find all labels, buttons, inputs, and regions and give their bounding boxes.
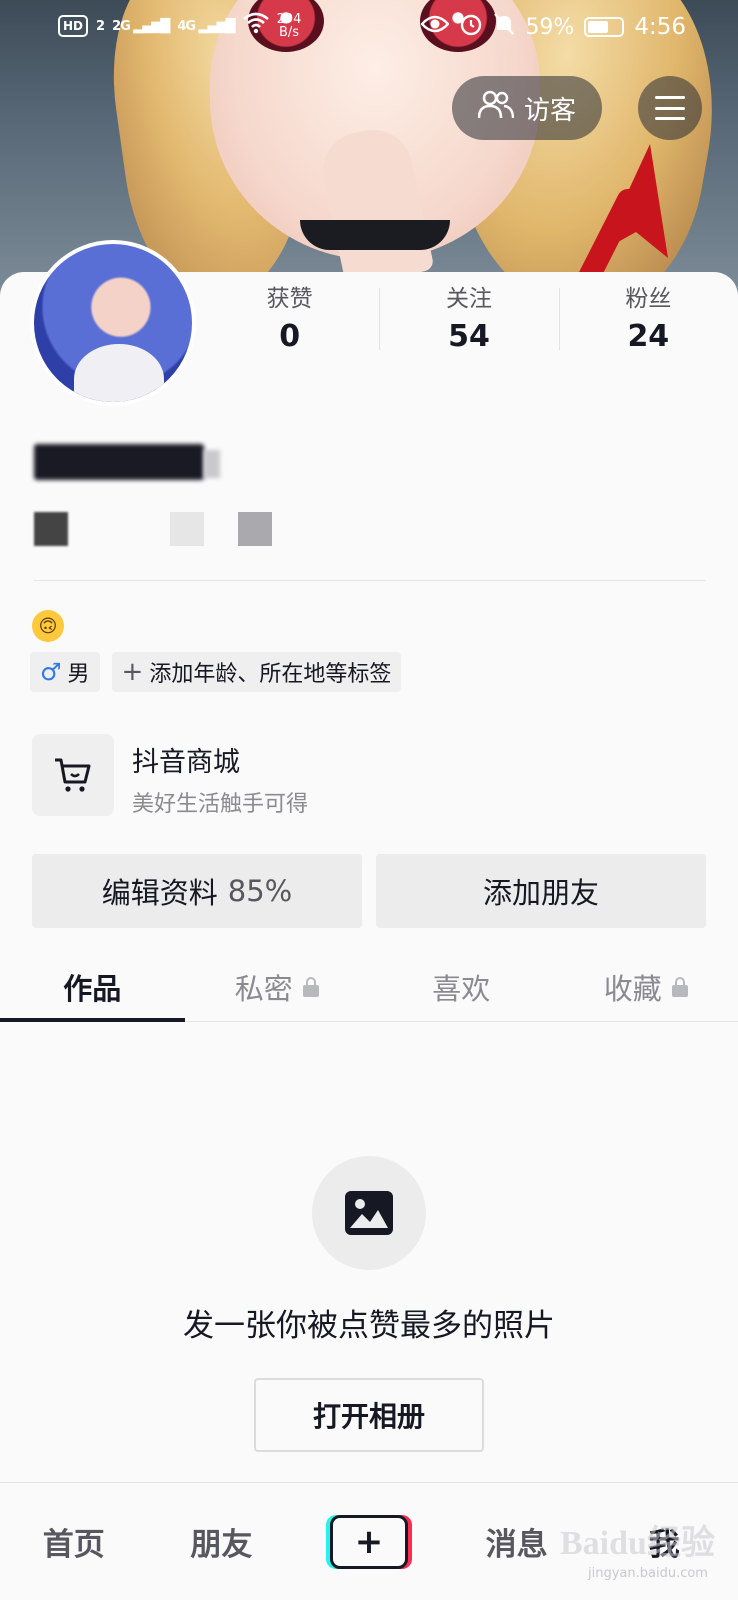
account-id-redacted-1	[34, 512, 68, 546]
status-right: 59% 4:56	[420, 12, 686, 42]
tab-works[interactable]: 作品	[0, 952, 185, 1022]
menu-button[interactable]	[638, 76, 702, 140]
tab-private-label: 私密	[234, 971, 293, 1006]
edit-profile-button[interactable]: 编辑资料 85%	[32, 854, 362, 928]
account-id-redacted-3	[238, 512, 272, 546]
tab-favorites[interactable]: 收藏	[554, 952, 738, 1021]
lock-icon	[671, 976, 688, 997]
signal-2g: 2G ▂▄▆█	[112, 18, 170, 34]
stat-likes[interactable]: 获赞 0	[200, 284, 379, 358]
battery-percent: 59%	[525, 14, 575, 40]
add-tags-button[interactable]: + 添加年龄、所在地等标签	[111, 652, 402, 692]
empty-state-message: 发一张你被点赞最多的照片	[183, 1308, 555, 1344]
plus-icon: +	[121, 657, 144, 687]
wifi-icon	[242, 12, 269, 40]
signal-4g: 4G ▂▄▆█	[177, 18, 235, 34]
network-rate: 294 B/s	[276, 12, 302, 40]
username-redacted-tail	[204, 450, 220, 478]
tab-likes-label: 喜欢	[432, 971, 491, 1006]
stat-followers[interactable]: 粉丝 24	[558, 284, 738, 358]
people-icon	[477, 90, 515, 127]
avatar-art	[74, 344, 164, 402]
nav-home[interactable]: 首页	[0, 1519, 148, 1564]
battery-icon	[584, 17, 625, 37]
clock-time: 4:56	[634, 14, 686, 40]
username-redacted	[34, 444, 204, 480]
open-album-button[interactable]: 打开相册	[254, 1378, 484, 1452]
watermark-logo: Baidu经验	[560, 1525, 715, 1562]
stat-following-label: 关注	[445, 286, 492, 312]
tab-favorites-label: 收藏	[603, 971, 662, 1006]
mute-bell-icon	[493, 12, 515, 42]
alarm-icon	[459, 12, 483, 42]
nav-friends[interactable]: 朋友	[148, 1519, 296, 1564]
stat-likes-value: 0	[279, 319, 301, 354]
hd-badge: HD	[58, 15, 89, 37]
sim-indicator: 2	[96, 18, 105, 34]
stat-following[interactable]: 关注 54	[379, 284, 558, 358]
watermark-url: jingyan.baidu.com	[588, 1566, 708, 1581]
profile-tags: ♂ 男 + 添加年龄、所在地等标签	[30, 652, 402, 692]
plus-icon: +	[329, 1514, 408, 1569]
status-left: HD 2 2G ▂▄▆█ 4G ▂▄▆█ 294 B/s	[58, 12, 301, 40]
eye-icon	[420, 14, 451, 40]
profile-divider	[34, 580, 706, 581]
banner-art-collar	[300, 220, 450, 250]
gender-tag[interactable]: ♂ 男	[30, 652, 100, 692]
stats-row: 获赞 0 关注 54 粉丝 24	[200, 284, 738, 358]
add-tags-label: 添加年龄、所在地等标签	[149, 662, 392, 687]
status-bar: HD 2 2G ▂▄▆█ 4G ▂▄▆█ 294 B/s 59% 4:56	[0, 0, 738, 56]
cart-icon	[55, 758, 91, 792]
shop-subtitle: 美好生活触手可得	[132, 792, 309, 817]
edit-profile-label: 编辑资料	[101, 876, 218, 910]
content-tabs: 作品 私密 喜欢 收藏	[0, 952, 738, 1022]
stat-likes-label: 获赞	[266, 286, 313, 312]
nav-create-wrap: +	[295, 1514, 443, 1569]
visitors-button[interactable]: 访客	[452, 76, 602, 140]
stat-following-value: 54	[448, 319, 490, 354]
shop-title[interactable]: 抖音商城	[132, 740, 240, 779]
account-id-redacted-2	[170, 512, 204, 546]
add-friends-button[interactable]: 添加朋友	[376, 854, 706, 928]
image-icon	[345, 1191, 393, 1235]
add-friends-label: 添加朋友	[482, 876, 599, 910]
shop-entry[interactable]	[32, 734, 114, 816]
hamburger-menu-icon	[655, 96, 685, 120]
tab-private[interactable]: 私密	[185, 952, 370, 1021]
visitors-label: 访客	[523, 95, 576, 126]
create-button[interactable]: +	[325, 1514, 412, 1569]
tab-likes[interactable]: 喜欢	[369, 952, 554, 1021]
empty-state-badge	[312, 1156, 426, 1270]
tab-works-label: 作品	[63, 971, 122, 1006]
lock-icon	[302, 976, 319, 997]
gender-tag-label: 男	[67, 662, 90, 687]
stat-followers-value: 24	[627, 319, 670, 354]
stat-followers-label: 粉丝	[625, 286, 672, 312]
profile-completion: 85%	[227, 874, 293, 908]
male-icon: ♂	[40, 658, 62, 686]
bio-emoji: 🙃	[32, 610, 64, 642]
avatar[interactable]	[30, 240, 196, 406]
